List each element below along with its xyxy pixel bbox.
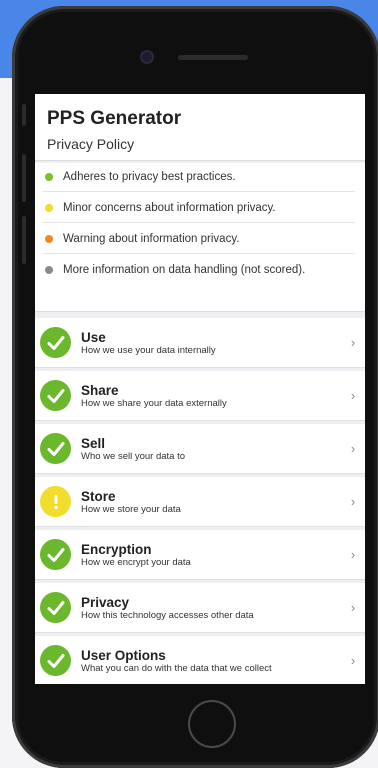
section-title: Use <box>81 329 106 345</box>
legend-dot-icon <box>45 204 53 212</box>
section-description: How we encrypt your data <box>81 556 191 568</box>
section-row-store[interactable]: Store How we store your data › <box>35 477 365 527</box>
page-subtitle: Privacy Policy <box>47 136 135 152</box>
section-description: How we use your data internally <box>81 344 216 356</box>
section-title: Store <box>81 488 116 504</box>
section-description: How this technology accesses other data <box>81 609 254 621</box>
chevron-right-icon: › <box>350 441 356 456</box>
check-icon <box>40 380 71 411</box>
mute-switch <box>22 104 26 126</box>
legend-text: More information on data handling (not s… <box>63 264 306 276</box>
section-row-privacy[interactable]: Privacy How this technology accesses othe… <box>35 583 365 633</box>
section-row-encryption[interactable]: Encryption How we encrypt your data › <box>35 530 365 580</box>
volume-down-button <box>22 216 26 264</box>
section-title: Share <box>81 382 119 398</box>
check-icon <box>40 433 71 464</box>
check-icon <box>40 592 71 623</box>
app-header: PPS Generator Privacy Policy <box>35 94 365 161</box>
section-description: Who we sell your data to <box>81 450 186 462</box>
section-text: Share How we share your data externally <box>81 383 341 409</box>
section-description: What you can do with the data that we co… <box>81 662 272 674</box>
chevron-right-icon: › <box>350 600 356 615</box>
section-text: Encryption How we encrypt your data <box>81 542 341 568</box>
legend-list: Adheres to privacy best practices. Minor … <box>35 163 365 312</box>
legend-item: Warning about information privacy. <box>43 225 355 254</box>
check-icon <box>40 327 71 358</box>
legend-text: Adheres to privacy best practices. <box>63 171 236 183</box>
section-row-user-options[interactable]: User Options What you can do with the dat… <box>35 636 365 684</box>
section-text: User Options What you can do with the dat… <box>81 648 341 674</box>
section-description: How we share your data externally <box>81 397 227 409</box>
section-text: Store How we store your data <box>81 489 341 515</box>
legend-dot-icon <box>45 235 53 243</box>
exclamation-icon <box>40 486 71 517</box>
legend-text: Warning about information privacy. <box>63 233 240 245</box>
legend-item: Minor concerns about information privacy… <box>43 194 355 223</box>
chevron-right-icon: › <box>350 388 356 403</box>
check-icon <box>40 645 71 676</box>
legend-text: Minor concerns about information privacy… <box>63 202 276 214</box>
section-text: Privacy How this technology accesses othe… <box>81 595 341 621</box>
chevron-right-icon: › <box>350 335 356 350</box>
check-icon <box>40 539 71 570</box>
section-title: Encryption <box>81 541 152 557</box>
app-screen: PPS Generator Privacy Policy Adheres to … <box>35 94 365 684</box>
chevron-right-icon: › <box>350 494 356 509</box>
section-title: Privacy <box>81 594 130 610</box>
section-row-share[interactable]: Share How we share your data externally › <box>35 371 365 421</box>
section-title: User Options <box>81 647 166 663</box>
section-row-sell[interactable]: Sell Who we sell your data to › <box>35 424 365 474</box>
legend-dot-icon <box>45 266 53 274</box>
front-camera-icon <box>142 52 152 62</box>
home-button[interactable] <box>188 700 236 748</box>
section-text: Use How we use your data internally <box>81 330 341 356</box>
section-row-use[interactable]: Use How we use your data internally › <box>35 318 365 368</box>
section-text: Sell Who we sell your data to <box>81 436 341 462</box>
section-description: How we store your data <box>81 503 181 515</box>
chevron-right-icon: › <box>350 547 356 562</box>
chevron-right-icon: › <box>350 653 356 668</box>
legend-item: Adheres to privacy best practices. <box>43 163 355 192</box>
page-title: PPS Generator <box>47 108 182 129</box>
volume-up-button <box>22 154 26 202</box>
section-title: Sell <box>81 435 106 451</box>
earpiece-speaker <box>178 55 248 60</box>
section-list: Use How we use your data internally › Share… <box>35 312 365 684</box>
legend-item: More information on data handling (not s… <box>43 256 355 284</box>
legend-dot-icon <box>45 173 53 181</box>
